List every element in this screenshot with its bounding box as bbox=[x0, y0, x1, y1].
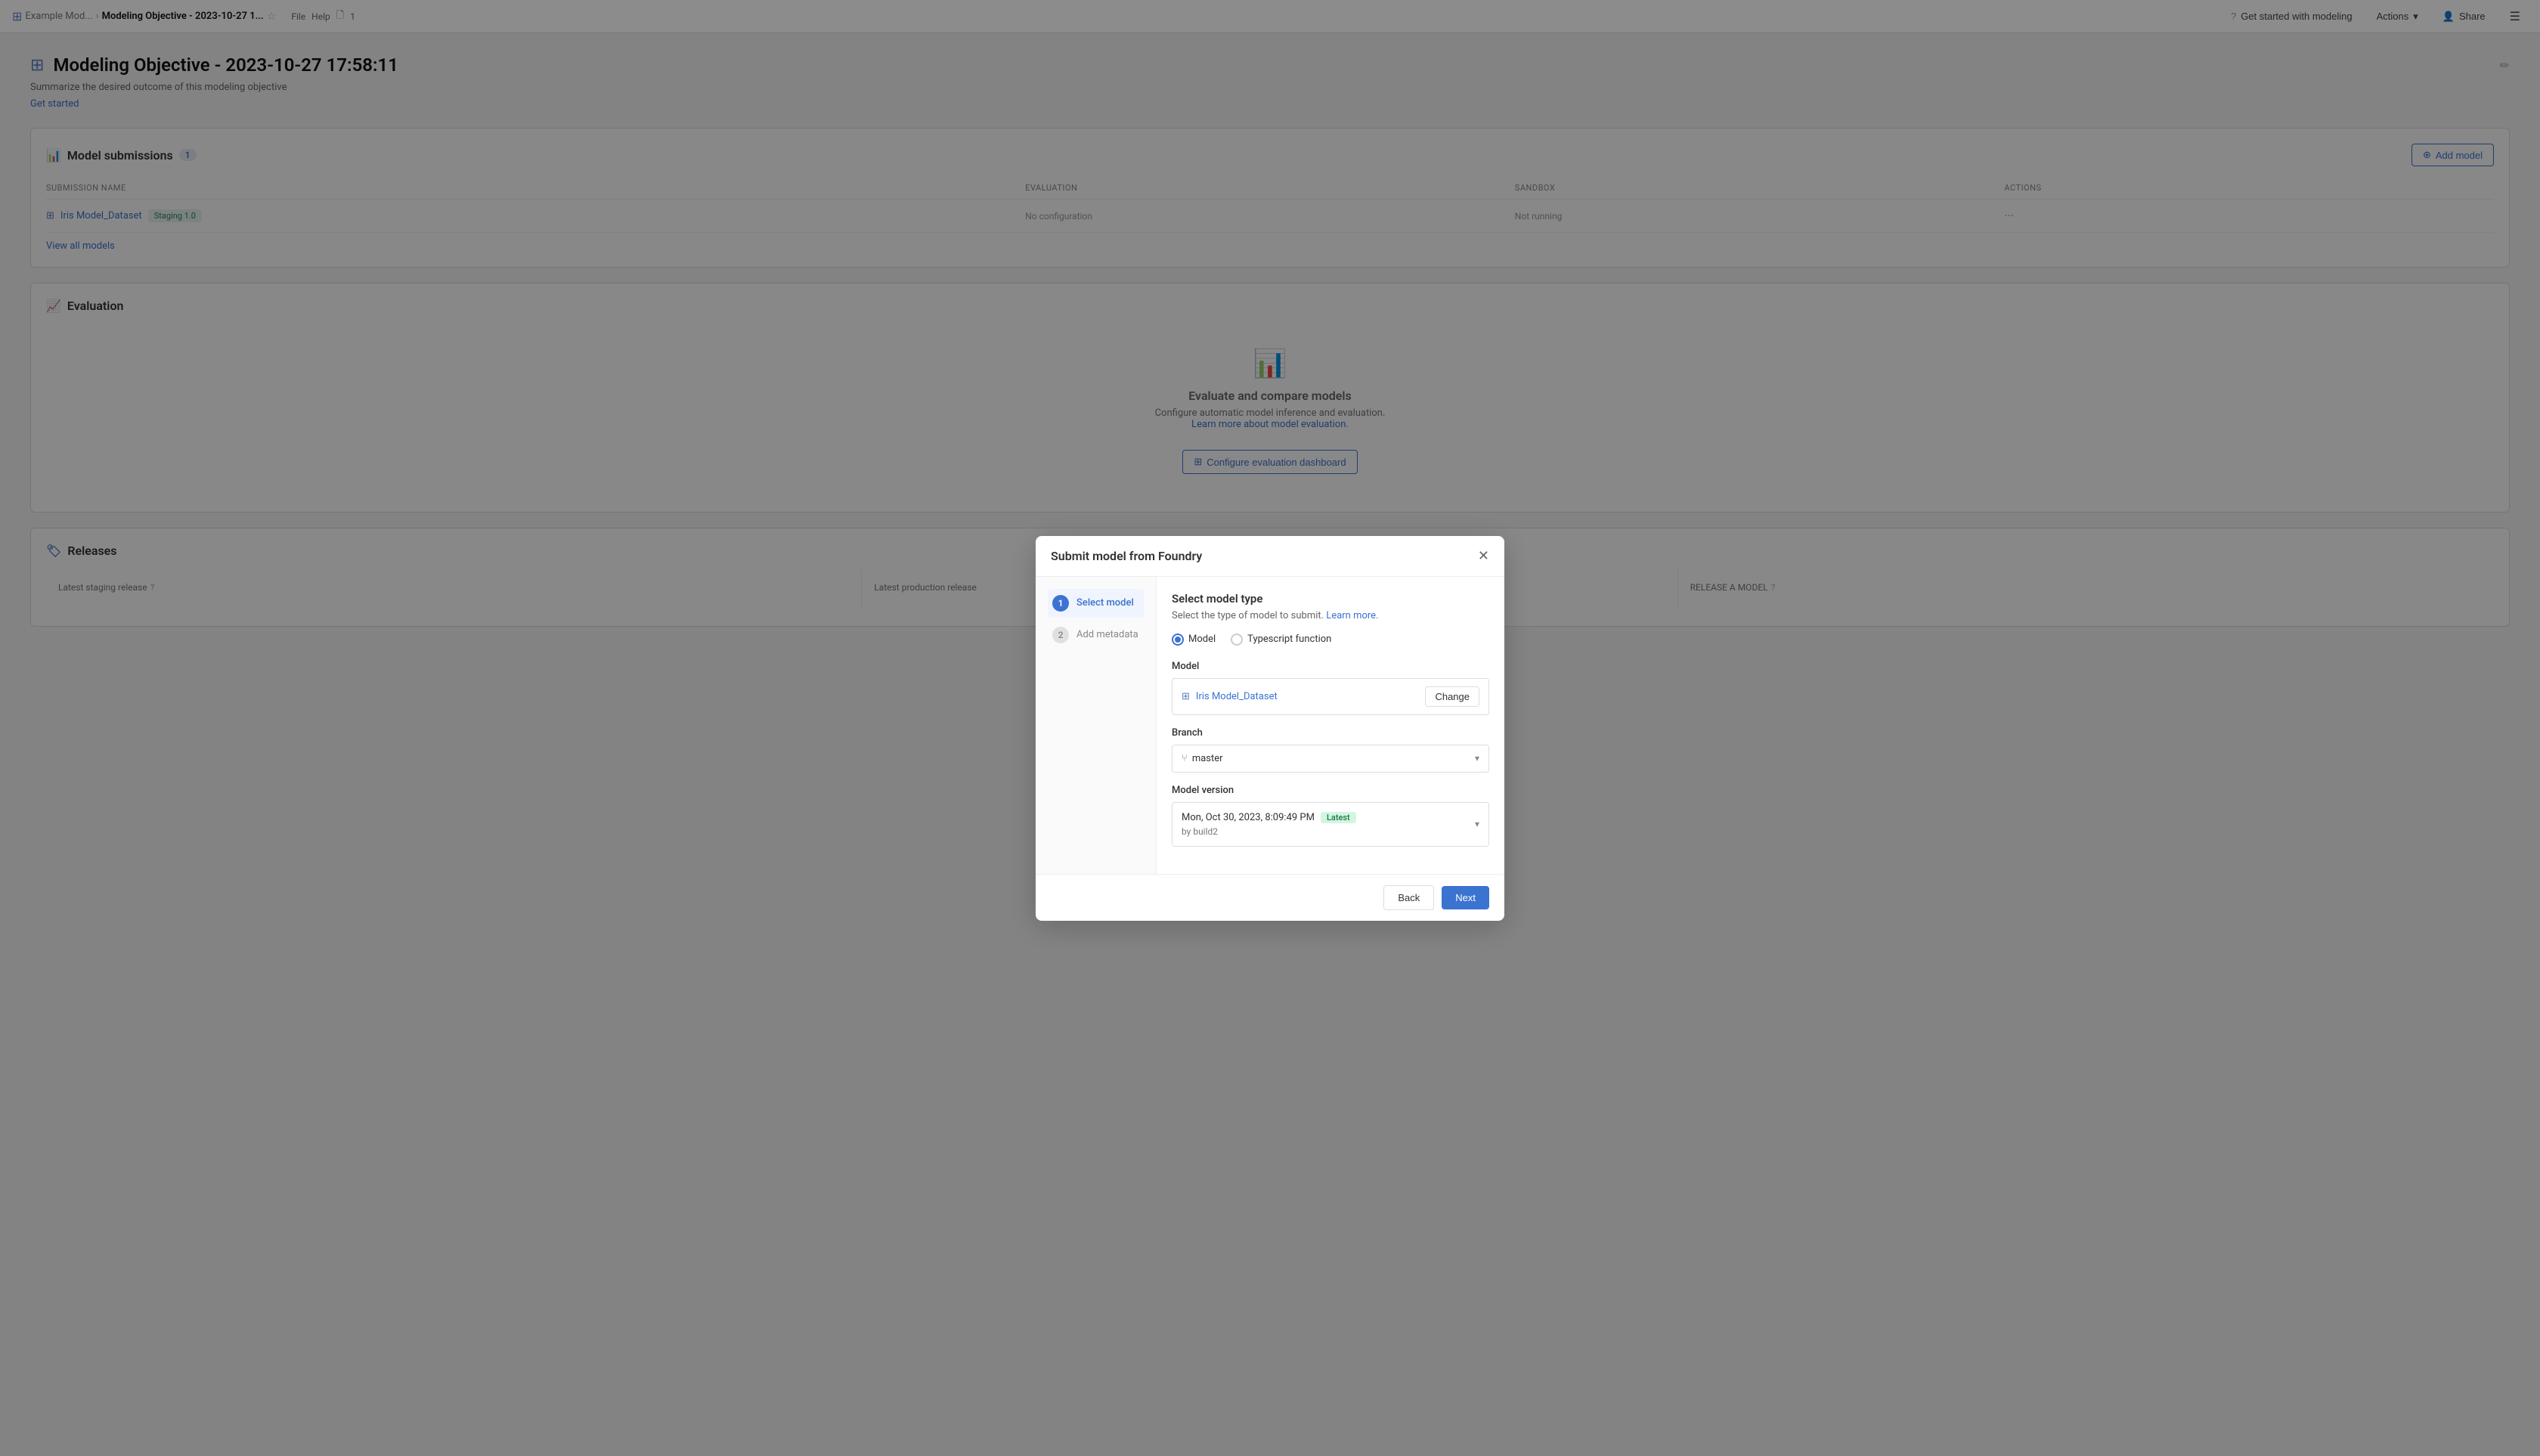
radio-model-option[interactable]: Model bbox=[1172, 634, 1216, 646]
version-dropdown[interactable]: Mon, Oct 30, 2023, 8:09:49 PM Latest by … bbox=[1172, 802, 1489, 847]
step-1-number: 1 bbox=[1052, 595, 1069, 612]
branch-value: master bbox=[1192, 753, 1223, 764]
modal-title: Submit model from Foundry bbox=[1051, 549, 1202, 563]
radio-ts-option[interactable]: Typescript function bbox=[1231, 634, 1331, 646]
learn-more-link[interactable]: Learn more. bbox=[1326, 610, 1378, 621]
step-2-number: 2 bbox=[1052, 627, 1069, 643]
version-info: Mon, Oct 30, 2023, 8:09:49 PM Latest by … bbox=[1182, 812, 1356, 837]
step-2-label: Add metadata bbox=[1076, 629, 1138, 640]
change-model-button[interactable]: Change bbox=[1425, 686, 1479, 707]
step-2[interactable]: 2 Add metadata bbox=[1048, 621, 1144, 649]
branch-dropdown[interactable]: ⑂ master ▾ bbox=[1172, 745, 1489, 773]
chevron-down-icon: ▾ bbox=[1475, 753, 1479, 764]
model-field: Model ⊞ Iris Model_Dataset Change bbox=[1172, 661, 1489, 715]
step-1[interactable]: 1 Select model bbox=[1048, 589, 1144, 618]
version-sub: by build2 bbox=[1182, 826, 1356, 837]
version-date: Mon, Oct 30, 2023, 8:09:49 PM bbox=[1182, 812, 1315, 823]
radio-ts-label: Typescript function bbox=[1247, 634, 1331, 645]
version-top: Mon, Oct 30, 2023, 8:09:49 PM Latest bbox=[1182, 812, 1356, 823]
branch-icon: ⑂ bbox=[1182, 753, 1188, 764]
version-field: Model version Mon, Oct 30, 2023, 8:09:49… bbox=[1172, 785, 1489, 847]
radio-model-label: Model bbox=[1188, 634, 1216, 645]
radio-ts-circle bbox=[1231, 634, 1243, 646]
radio-group: Model Typescript function bbox=[1172, 634, 1489, 646]
modal-sidebar: 1 Select model 2 Add metadata bbox=[1036, 577, 1157, 874]
modal-section-desc: Select the type of model to submit. Lear… bbox=[1172, 610, 1489, 621]
model-select-inner: ⊞ Iris Model_Dataset bbox=[1182, 691, 1278, 702]
modal-overlay[interactable]: Submit model from Foundry ✕ 1 Select mod… bbox=[0, 0, 2540, 1456]
next-button[interactable]: Next bbox=[1442, 886, 1489, 909]
modal-section-title: Select model type bbox=[1172, 592, 1489, 606]
modal-close-button[interactable]: ✕ bbox=[1478, 548, 1489, 564]
version-label: Model version bbox=[1172, 785, 1489, 796]
radio-model-circle bbox=[1172, 634, 1184, 646]
model-selected-name: Iris Model_Dataset bbox=[1196, 691, 1278, 702]
modal-main: Select model type Select the type of mod… bbox=[1157, 577, 1504, 874]
modal-body: 1 Select model 2 Add metadata Select mod… bbox=[1036, 577, 1504, 874]
modal-header: Submit model from Foundry ✕ bbox=[1036, 536, 1504, 577]
branch-select-inner: ⑂ master bbox=[1182, 753, 1223, 764]
model-select-icon: ⊞ bbox=[1182, 691, 1190, 702]
branch-field: Branch ⑂ master ▾ bbox=[1172, 727, 1489, 773]
modal: Submit model from Foundry ✕ 1 Select mod… bbox=[1036, 536, 1504, 921]
latest-badge: Latest bbox=[1321, 812, 1356, 823]
model-select-box: ⊞ Iris Model_Dataset Change bbox=[1172, 678, 1489, 715]
model-field-label: Model bbox=[1172, 661, 1489, 672]
step-1-label: Select model bbox=[1076, 597, 1134, 609]
version-chevron-icon: ▾ bbox=[1475, 819, 1479, 829]
modal-footer: Back Next bbox=[1036, 874, 1504, 921]
back-button[interactable]: Back bbox=[1383, 885, 1434, 910]
branch-label: Branch bbox=[1172, 727, 1489, 739]
